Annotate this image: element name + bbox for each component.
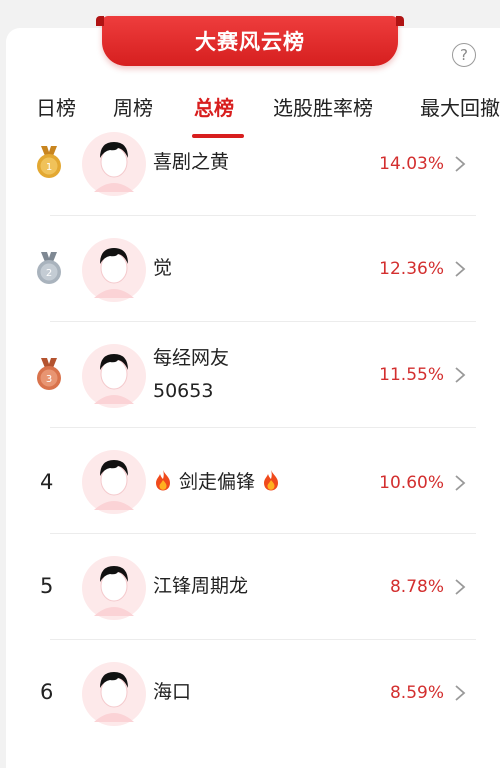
user-name-with-decor: 剑走偏锋 bbox=[153, 466, 281, 498]
user-name: 觉 bbox=[153, 257, 173, 279]
return-value: 12.36% bbox=[379, 259, 444, 279]
return-value: 14.03% bbox=[379, 154, 444, 174]
rank-number: 5 bbox=[40, 574, 54, 598]
ranking-row[interactable]: 1 喜剧之黄 14.03% bbox=[0, 110, 500, 216]
svg-text:1: 1 bbox=[46, 162, 52, 173]
avatar[interactable] bbox=[82, 238, 146, 302]
fire-icon bbox=[264, 470, 279, 491]
return-value: 8.59% bbox=[389, 683, 444, 703]
user-name-line2: 50653 bbox=[153, 380, 214, 402]
user-name: 江锋周期龙 bbox=[153, 575, 249, 597]
ranking-row[interactable]: 4 剑走偏锋 10.60% bbox=[0, 428, 500, 534]
user-name: 海口 bbox=[153, 681, 192, 703]
ranking-row[interactable]: 3 每经网友 50653 11.55% bbox=[0, 322, 500, 428]
return-value: 11.55% bbox=[379, 365, 444, 385]
avatar[interactable] bbox=[82, 556, 146, 620]
ranking-row[interactable]: 5 江锋周期龙 8.78% bbox=[0, 534, 500, 640]
chevron-right-icon[interactable] bbox=[454, 684, 466, 702]
help-icon[interactable]: ? bbox=[452, 43, 476, 67]
return-value: 8.78% bbox=[389, 577, 444, 597]
chevron-right-icon[interactable] bbox=[454, 155, 466, 173]
return-value: 10.60% bbox=[379, 473, 444, 493]
svg-text:3: 3 bbox=[46, 374, 52, 385]
silver-medal-icon: 2 bbox=[37, 252, 61, 284]
avatar[interactable] bbox=[82, 662, 146, 726]
leaderboard-banner: 大赛风云榜 bbox=[96, 16, 404, 66]
rank-number: 4 bbox=[40, 470, 54, 494]
page-title: 大赛风云榜 bbox=[195, 30, 305, 54]
ranking-row[interactable]: 2 觉 12.36% bbox=[0, 216, 500, 322]
chevron-right-icon[interactable] bbox=[454, 474, 466, 492]
rank-number: 6 bbox=[40, 680, 54, 704]
chevron-right-icon[interactable] bbox=[454, 578, 466, 596]
ranking-row[interactable]: 6 海口 8.59% bbox=[0, 640, 500, 746]
user-name: 剑走偏锋 bbox=[179, 471, 256, 493]
gold-medal-icon: 1 bbox=[37, 146, 61, 178]
avatar[interactable] bbox=[82, 132, 146, 196]
user-name: 喜剧之黄 bbox=[153, 151, 230, 173]
svg-text:2: 2 bbox=[46, 268, 52, 279]
chevron-right-icon[interactable] bbox=[454, 260, 466, 278]
avatar[interactable] bbox=[82, 450, 146, 514]
fire-icon bbox=[156, 470, 170, 491]
chevron-right-icon[interactable] bbox=[454, 366, 466, 384]
user-name-line1: 每经网友 bbox=[153, 347, 230, 369]
bronze-medal-icon: 3 bbox=[37, 358, 61, 390]
avatar[interactable] bbox=[82, 344, 146, 408]
